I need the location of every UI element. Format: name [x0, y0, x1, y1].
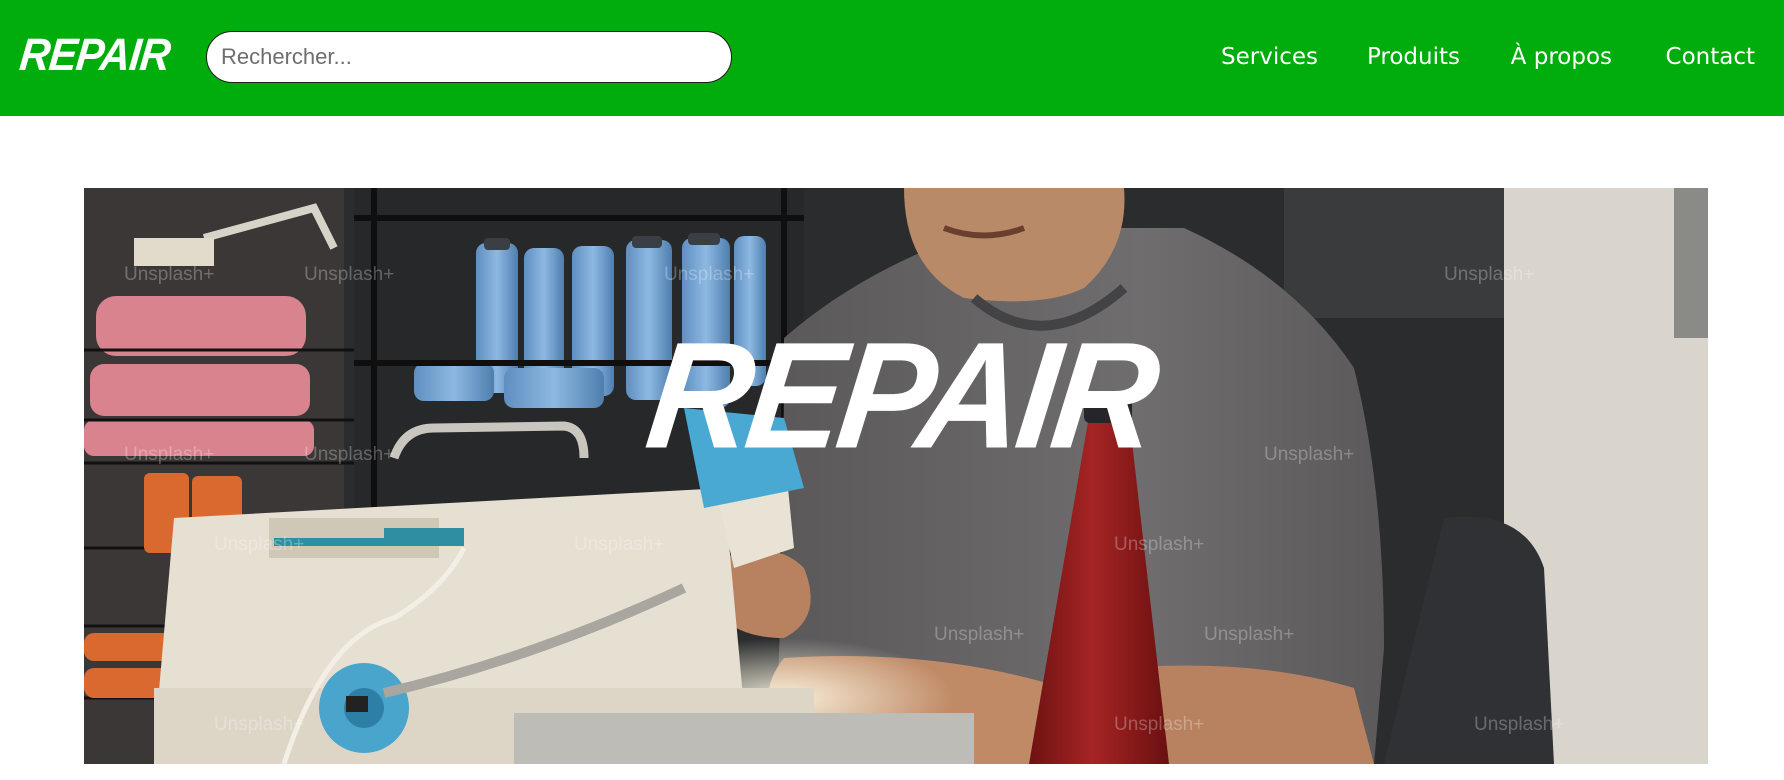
nav-link-contact[interactable]: Contact — [1666, 42, 1755, 72]
hero-banner: REPAIR Unsplash+ Unsplash+ Unsplash+ Uns… — [84, 188, 1708, 764]
watermark: Unsplash+ — [574, 534, 665, 555]
watermark: Unsplash+ — [664, 264, 755, 285]
site-logo[interactable]: REPAIR — [17, 28, 172, 82]
watermark: Unsplash+ — [214, 714, 305, 735]
site-header: REPAIR Services Produits À propos Contac… — [0, 0, 1784, 116]
watermark: Unsplash+ — [304, 444, 395, 465]
watermark: Unsplash+ — [1264, 444, 1355, 465]
watermark: Unsplash+ — [214, 534, 305, 555]
watermark: Unsplash+ — [1114, 714, 1205, 735]
watermark: Unsplash+ — [124, 264, 215, 285]
watermark: Unsplash+ — [1114, 534, 1205, 555]
watermark: Unsplash+ — [304, 264, 395, 285]
nav-link-produits[interactable]: Produits — [1367, 42, 1460, 72]
nav-link-a-propos[interactable]: À propos — [1511, 42, 1612, 72]
nav-link-services[interactable]: Services — [1221, 42, 1318, 72]
watermark: Unsplash+ — [1444, 264, 1535, 285]
search-input[interactable] — [206, 31, 732, 83]
watermark: Unsplash+ — [124, 444, 215, 465]
watermark: Unsplash+ — [1204, 624, 1295, 645]
watermark: Unsplash+ — [934, 624, 1025, 645]
watermark: Unsplash+ — [1474, 714, 1565, 735]
